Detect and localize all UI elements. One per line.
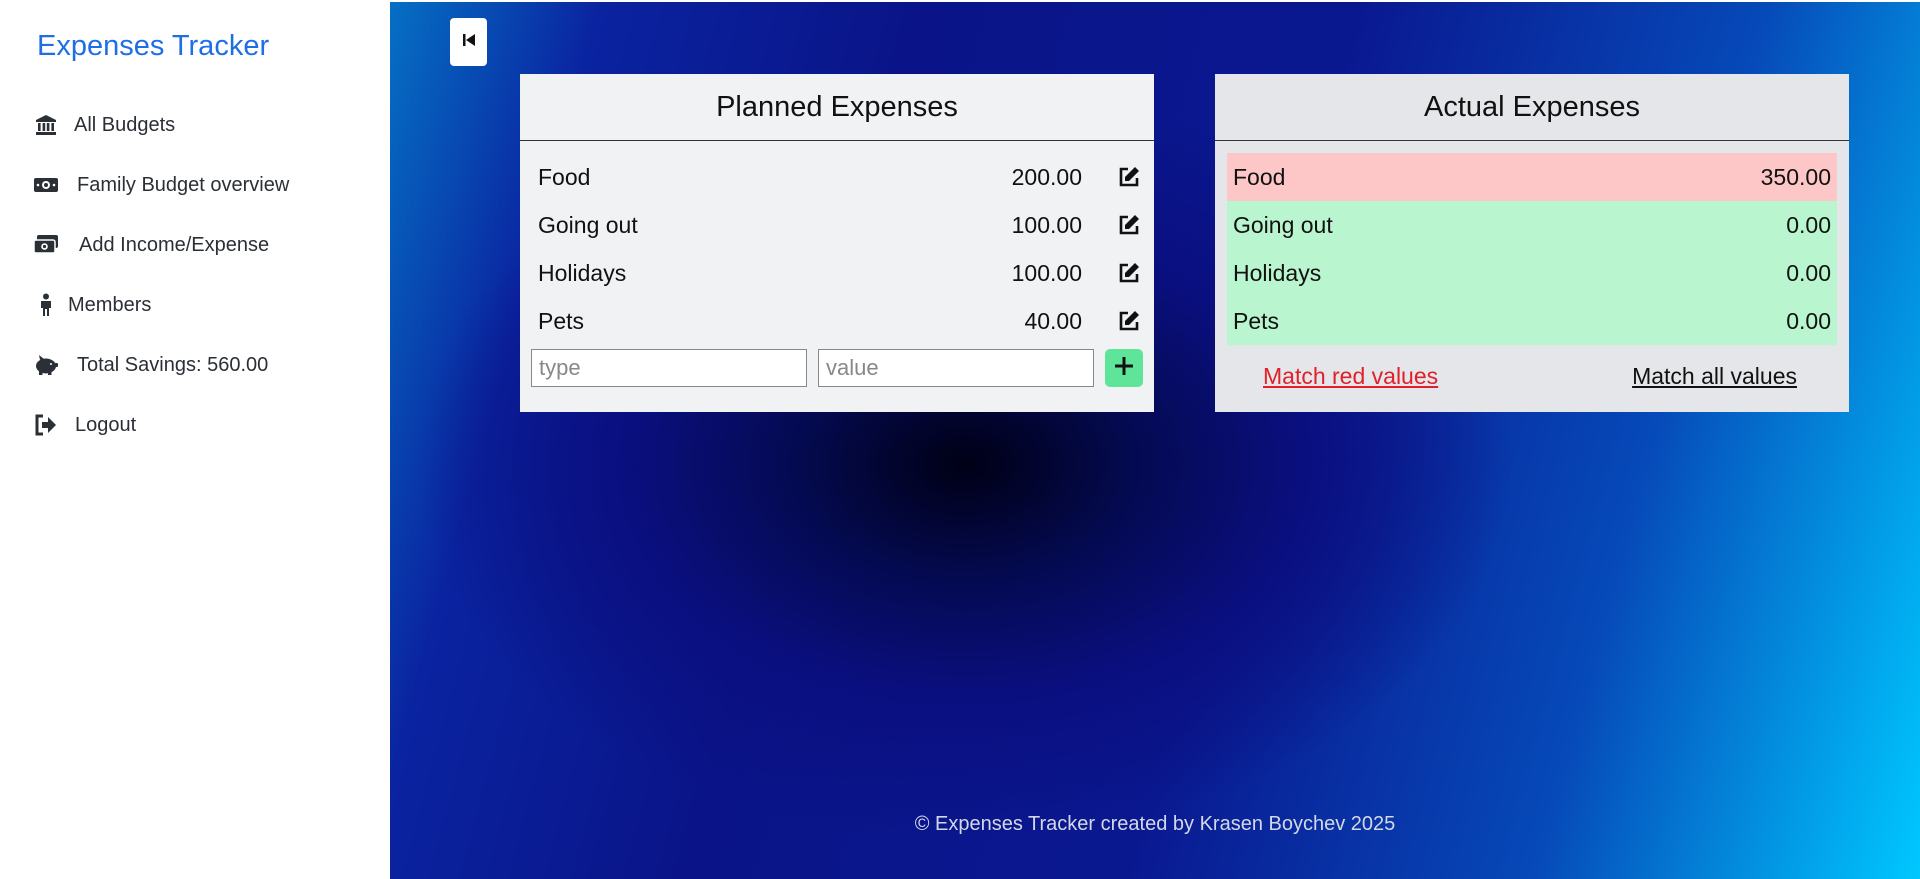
main-content: Planned Expenses Food 200.00 Going out 1… [390,2,1920,879]
sidebar-item-label: Add Income/Expense [79,233,270,256]
expense-value: 0.00 [1786,259,1831,286]
expense-value: 0.00 [1786,307,1831,334]
piggy-bank-icon [32,351,60,379]
expense-type: Holidays [538,259,627,286]
money-bills-icon [32,231,60,259]
sidebar-item-label: All Budgets [74,113,176,136]
edit-icon[interactable] [1116,164,1142,190]
expense-value: 100.00 [1011,259,1082,286]
actual-expense-row: Pets 0.00 [1227,297,1837,345]
edit-icon[interactable] [1116,260,1142,286]
expense-type: Food [1233,163,1286,190]
match-red-values-link[interactable]: Match red values [1263,363,1438,390]
expense-type-input[interactable] [531,349,807,387]
money-bill-icon [32,171,60,199]
expense-value-input[interactable] [818,349,1094,387]
plus-icon [1113,355,1135,382]
person-icon [32,291,60,319]
collapse-sidebar-button[interactable] [450,18,487,66]
sidebar-item-family-budget-overview[interactable]: Family Budget overview [32,155,289,215]
expense-type: Pets [538,307,585,334]
sidebar-item-members[interactable]: Members [32,275,289,335]
add-expense-button[interactable] [1105,349,1143,387]
expense-value: 200.00 [1011,163,1082,190]
expense-value: 0.00 [1786,211,1831,238]
sidebar-item-add-income-expense[interactable]: Add Income/Expense [32,215,289,275]
expense-type: Holidays [1233,259,1322,286]
edit-icon[interactable] [1116,308,1142,334]
planned-expenses-title: Planned Expenses [520,74,1154,141]
actual-expense-row: Going out 0.00 [1227,201,1837,249]
sidebar-item-label: Members [68,293,152,316]
sidebar-item-label: Total Savings: 560.00 [77,353,269,376]
expense-type: Going out [1233,211,1333,238]
match-all-values-link[interactable]: Match all values [1632,363,1797,390]
planned-expense-row: Food 200.00 [538,153,1142,201]
bank-icon [32,111,60,139]
planned-expenses-panel: Planned Expenses Food 200.00 Going out 1… [520,74,1154,412]
skip-back-icon [462,33,476,52]
expense-type: Pets [1233,307,1280,334]
match-actions: Match red values Match all values [1215,345,1849,390]
sidebar-item-label: Logout [75,413,137,436]
actual-expenses-panel: Actual Expenses Food 350.00 Going out 0.… [1215,74,1849,412]
actual-expense-row: Food 350.00 [1227,153,1837,201]
actual-expenses-title: Actual Expenses [1215,74,1849,141]
expense-type: Food [538,163,591,190]
app-title[interactable]: Expenses Tracker [37,30,269,63]
sidebar-item-label: Family Budget overview [77,173,290,196]
sidebar-nav: All Budgets Family Budget overview Add I… [32,95,289,455]
planned-expense-row: Holidays 100.00 [538,249,1142,297]
expense-value: 40.00 [1024,307,1082,334]
actual-expense-row: Holidays 0.00 [1227,249,1837,297]
edit-icon[interactable] [1116,212,1142,238]
sidebar-item-all-budgets[interactable]: All Budgets [32,95,289,155]
expense-value: 350.00 [1760,163,1831,190]
sidebar-item-logout[interactable]: Logout [32,395,289,455]
footer-text: © Expenses Tracker created by Krasen Boy… [914,813,1396,835]
sidebar-item-total-savings[interactable]: Total Savings: 560.00 [32,335,289,395]
logout-icon [32,411,60,439]
planned-expense-row: Going out 100.00 [538,201,1142,249]
expense-type: Going out [538,211,638,238]
sidebar: Expenses Tracker All Budgets Family Budg… [0,0,390,879]
add-expense-form [520,345,1154,387]
planned-expense-row: Pets 40.00 [538,297,1142,345]
expense-value: 100.00 [1011,211,1082,238]
